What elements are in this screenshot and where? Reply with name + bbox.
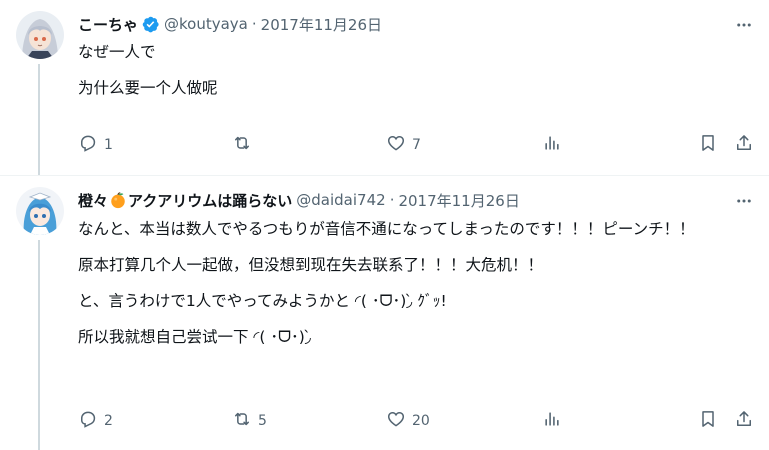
tweet-paragraph: 为什么要一个人做呢 bbox=[78, 79, 218, 97]
tweet[interactable]: こーちゃ @koutyaya · 2017年11月26日 なぜ一人で 为什么要一… bbox=[0, 0, 769, 176]
views-icon bbox=[542, 133, 562, 157]
reply-button[interactable]: 2 bbox=[78, 409, 113, 433]
user-handle[interactable]: @koutyaya bbox=[164, 15, 248, 33]
bookmark-button[interactable] bbox=[698, 133, 718, 157]
tweet[interactable]: 橙々 アクアリウムは踊らない @daidai742 · 2017年11月26日 な… bbox=[0, 176, 769, 450]
timestamp[interactable]: 2017年11月26日 bbox=[398, 190, 519, 211]
share-button[interactable] bbox=[734, 133, 754, 157]
display-name[interactable]: 橙々 アクアリウムは踊らない bbox=[78, 190, 292, 211]
like-button[interactable]: 7 bbox=[386, 133, 421, 157]
avatar[interactable] bbox=[16, 11, 64, 59]
tweet-header: こーちゃ @koutyaya · 2017年11月26日 bbox=[78, 13, 382, 35]
user-handle[interactable]: @daidai742 bbox=[296, 191, 385, 209]
thread-line bbox=[38, 64, 40, 176]
more-options-icon[interactable] bbox=[733, 190, 755, 212]
share-button[interactable] bbox=[734, 409, 754, 433]
timestamp[interactable]: 2017年11月26日 bbox=[261, 14, 382, 35]
reply-count: 1 bbox=[104, 137, 113, 153]
tweet-paragraph: 所以我就想自己尝试一下 ◜( ･ᗜ･)◞̀ bbox=[78, 328, 311, 346]
bookmark-icon bbox=[698, 409, 718, 433]
tweet-paragraph: 原本打算几个人一起做，但没想到现在失去联系了！！！大危机！！ bbox=[78, 256, 544, 274]
heart-icon bbox=[386, 409, 406, 433]
tweet-paragraph: なぜ一人で bbox=[78, 43, 156, 61]
views-button[interactable] bbox=[542, 133, 568, 157]
tweet-paragraph: なんと、本当は数人でやるつもりが音信不通になってしまったのです！！！ピーンチ！！ bbox=[78, 220, 695, 238]
bookmark-icon bbox=[698, 133, 718, 157]
tweet-paragraph: と、言うわけで1人でやってみようかと ◜( ･ᗜ･)◞̀ ｸﾞｯ! bbox=[78, 292, 447, 310]
display-name-prefix: 橙々 bbox=[78, 191, 109, 210]
action-bar: 2 5 20 bbox=[78, 409, 758, 433]
thread-line bbox=[38, 240, 40, 450]
reply-count: 2 bbox=[104, 413, 113, 429]
like-count: 7 bbox=[412, 137, 421, 153]
tweet-header: 橙々 アクアリウムは踊らない @daidai742 · 2017年11月26日 bbox=[78, 189, 520, 211]
views-button[interactable] bbox=[542, 409, 568, 433]
tweet-text: なぜ一人で 为什么要一个人做呢 bbox=[78, 41, 749, 100]
retweet-button[interactable] bbox=[232, 133, 258, 157]
display-name[interactable]: こーちゃ bbox=[78, 14, 138, 35]
like-button[interactable]: 20 bbox=[386, 409, 430, 433]
display-name-suffix: アクアリウムは踊らない bbox=[128, 191, 293, 210]
bookmark-button[interactable] bbox=[698, 409, 718, 433]
reply-icon bbox=[78, 409, 98, 433]
reply-icon bbox=[78, 133, 98, 157]
share-icon bbox=[734, 409, 754, 433]
separator-dot: · bbox=[251, 15, 257, 33]
avatar[interactable] bbox=[16, 187, 64, 235]
tweet-text: なんと、本当は数人でやるつもりが音信不通になってしまったのです！！！ピーンチ！！… bbox=[78, 218, 749, 349]
share-icon bbox=[734, 133, 754, 157]
retweet-icon bbox=[232, 133, 252, 157]
more-options-icon[interactable] bbox=[733, 14, 755, 36]
action-bar: 1 7 bbox=[78, 133, 758, 157]
like-count: 20 bbox=[412, 413, 430, 429]
retweet-button[interactable]: 5 bbox=[232, 409, 267, 433]
verified-badge-icon bbox=[141, 15, 160, 34]
separator-dot: · bbox=[389, 191, 395, 209]
retweet-count: 5 bbox=[258, 413, 267, 429]
reply-button[interactable]: 1 bbox=[78, 133, 113, 157]
tangerine-icon bbox=[109, 191, 127, 209]
heart-icon bbox=[386, 133, 406, 157]
views-icon bbox=[542, 409, 562, 433]
retweet-icon bbox=[232, 409, 252, 433]
